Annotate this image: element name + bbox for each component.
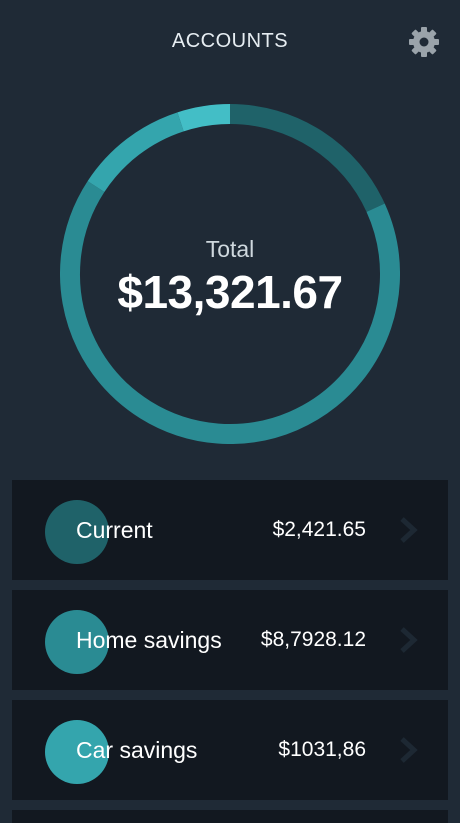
account-row-current[interactable]: Current $2,421.65 xyxy=(12,480,448,580)
account-amount: $2,421.65 xyxy=(272,518,366,541)
app-screen: ACCOUNTS Total $13,321.67 Current $2,421… xyxy=(0,0,460,823)
account-row-home-savings[interactable]: Home savings $8,7928.12 xyxy=(12,590,448,690)
account-row-car-savings[interactable]: Car savings $1031,86 xyxy=(12,700,448,800)
chevron-right-icon[interactable] xyxy=(398,516,420,544)
chevron-right-icon[interactable] xyxy=(398,626,420,654)
account-name: Car savings xyxy=(76,736,198,763)
account-amount: $8,7928.12 xyxy=(260,628,366,651)
page-title: ACCOUNTS xyxy=(171,30,289,52)
accounts-list: Current $2,421.65 Home savings $8,7928.1… xyxy=(0,480,460,823)
balance-donut-chart: Total $13,321.67 xyxy=(60,104,400,444)
donut-center: Total $13,321.67 xyxy=(60,104,400,444)
total-value: $13,321.67 xyxy=(117,265,343,318)
chevron-right-icon[interactable] xyxy=(398,736,420,764)
total-label: Total xyxy=(205,235,255,262)
account-amount: $1031,86 xyxy=(278,738,366,761)
account-name: Current xyxy=(76,516,153,543)
header: ACCOUNTS xyxy=(0,0,460,88)
gear-icon[interactable] xyxy=(406,24,442,60)
account-name: Home savings xyxy=(76,626,222,653)
account-row-partial[interactable] xyxy=(12,810,448,823)
